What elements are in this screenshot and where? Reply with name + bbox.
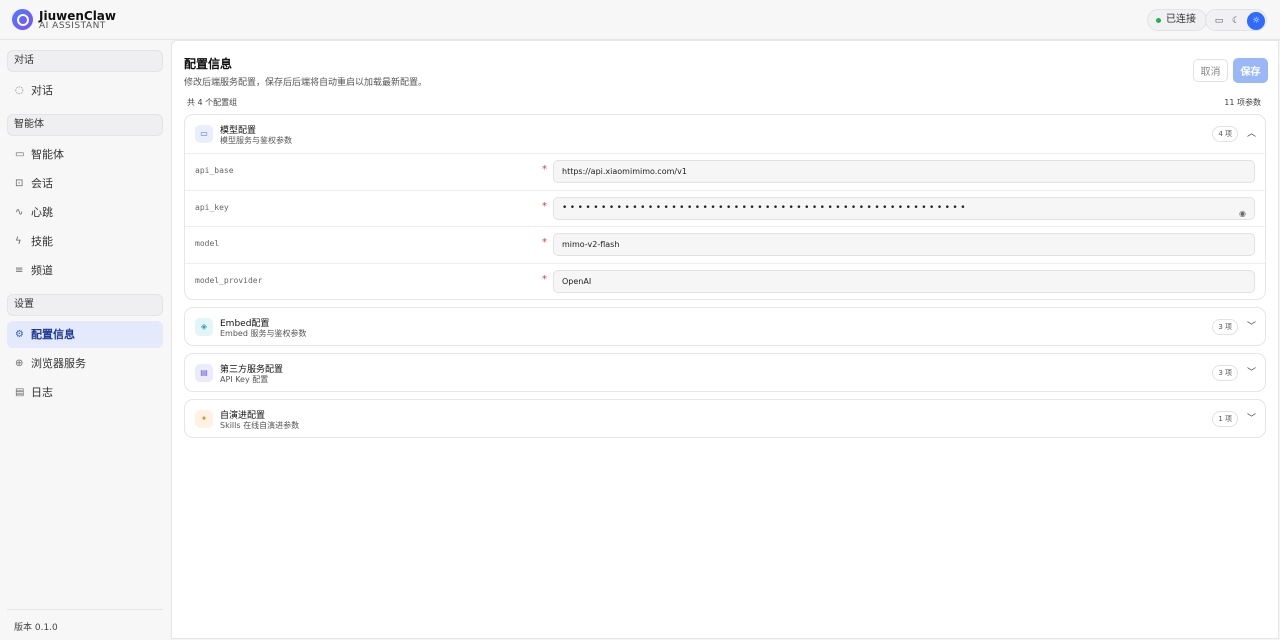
sidebar-item-label: 频道 bbox=[31, 264, 53, 277]
config-group-header[interactable]: ▭ 模型配置 模型服务与鉴权参数 4 项 ︿ bbox=[185, 115, 1265, 153]
sidebar-item-chat[interactable]: ◌ 对话 bbox=[7, 77, 163, 104]
chat-icon: ◌ bbox=[15, 85, 24, 96]
page-description: 修改后端服务配置，保存后后端将自动重启以加载最新配置。 bbox=[184, 78, 428, 88]
cancel-button[interactable]: 取消 bbox=[1193, 59, 1228, 82]
save-button[interactable]: 保存 bbox=[1233, 58, 1268, 83]
chevron-down-icon[interactable]: ﹀ bbox=[1247, 411, 1256, 424]
cube-icon: ◈ bbox=[195, 318, 213, 336]
sidebar-item-label: 对话 bbox=[31, 84, 53, 97]
logo-icon bbox=[12, 9, 33, 30]
sidebar-item-channel[interactable]: ≡ 频道 bbox=[7, 257, 163, 284]
sidebar-divider bbox=[7, 609, 163, 610]
monitor-icon[interactable]: ▭ bbox=[1210, 12, 1228, 30]
chevron-up-icon[interactable]: ︿ bbox=[1247, 126, 1256, 139]
page-title: 配置信息 bbox=[184, 57, 233, 71]
config-group-count-badge: 1 项 bbox=[1212, 411, 1238, 427]
main-panel: 配置信息 修改后端服务配置，保存后后端将自动重启以加载最新配置。 取消 保存 共… bbox=[171, 40, 1279, 639]
sidebar-item-label: 智能体 bbox=[31, 148, 64, 161]
sidebar-item-label: 技能 bbox=[31, 235, 53, 248]
sun-icon[interactable]: ☼ bbox=[1247, 12, 1265, 30]
sidebar: 对话 ◌ 对话 智能体 ▭ 智能体 ⊡ 会话 ∿ 心跳 ϟ 技能 ≡ 频道 设置… bbox=[0, 40, 170, 640]
sidebar-section-settings: 设置 bbox=[7, 294, 163, 316]
sidebar-item-config[interactable]: ⚙ 配置信息 bbox=[7, 321, 163, 348]
required-marker: * bbox=[542, 164, 547, 175]
required-marker: * bbox=[542, 274, 547, 285]
sidebar-item-label: 会话 bbox=[31, 177, 53, 190]
sidebar-item-logs[interactable]: ▤ 日志 bbox=[7, 379, 163, 406]
config-group-count-badge: 3 项 bbox=[1212, 365, 1238, 381]
card-icon: ▤ bbox=[195, 364, 213, 382]
gear-icon: ⚙ bbox=[15, 329, 24, 340]
moon-icon[interactable]: ☾ bbox=[1227, 12, 1245, 30]
model-provider-input[interactable]: OpenAI bbox=[553, 270, 1255, 293]
sidebar-item-heartbeat[interactable]: ∿ 心跳 bbox=[7, 199, 163, 226]
app-subtitle: AI ASSISTANT bbox=[39, 21, 106, 31]
config-field-row: model * mimo-v2-flash bbox=[185, 226, 1265, 263]
api-key-masked-value: ••••••••••••••••••••••••••••••••••••••••… bbox=[562, 203, 969, 213]
config-group-header[interactable]: ✦ 自演进配置 Skills 在线自演进参数 1 项 ﹀ bbox=[185, 400, 1265, 438]
sidebar-section-agent: 智能体 bbox=[7, 114, 163, 136]
connection-status-badge: 已连接 bbox=[1147, 9, 1207, 31]
theme-switcher: ▭ ☾ ☼ bbox=[1205, 9, 1267, 31]
globe-icon: ⊕ bbox=[15, 358, 24, 369]
sidebar-item-label: 心跳 bbox=[31, 206, 53, 219]
field-name: api_key bbox=[195, 203, 229, 212]
sidebar-item-skills[interactable]: ϟ 技能 bbox=[7, 228, 163, 255]
sidebar-section-chat: 对话 bbox=[7, 50, 163, 72]
chevron-down-icon[interactable]: ﹀ bbox=[1247, 365, 1256, 378]
config-group-subtitle: Embed 服务与鉴权参数 bbox=[220, 329, 307, 338]
config-group-subtitle: Skills 在线自演进参数 bbox=[220, 421, 300, 430]
list-icon: ≡ bbox=[15, 265, 24, 276]
version-label: 版本 0.1.0 bbox=[14, 623, 58, 633]
required-marker: * bbox=[542, 201, 547, 212]
sidebar-item-label: 配置信息 bbox=[31, 328, 75, 341]
config-group-model: ▭ 模型配置 模型服务与鉴权参数 4 项 ︿ api_base * https:… bbox=[184, 114, 1266, 300]
config-group-third-party[interactable]: ▤ 第三方服务配置 API Key 配置 3 项 ﹀ bbox=[184, 353, 1266, 392]
document-icon: ▤ bbox=[15, 387, 25, 398]
pulse-icon: ∿ bbox=[15, 207, 24, 218]
required-marker: * bbox=[542, 237, 547, 248]
sidebar-item-agent[interactable]: ▭ 智能体 bbox=[7, 141, 163, 168]
config-field-row: api_base * https://api.xiaomimimo.com/v1 bbox=[185, 153, 1265, 190]
config-group-subtitle: API Key 配置 bbox=[220, 375, 269, 384]
box-icon: ▭ bbox=[195, 125, 213, 143]
eye-icon[interactable]: ◉ bbox=[1239, 203, 1246, 219]
config-group-header[interactable]: ◈ Embed配置 Embed 服务与鉴权参数 3 项 ﹀ bbox=[185, 308, 1265, 346]
chevron-down-icon[interactable]: ﹀ bbox=[1247, 319, 1256, 332]
api-base-input[interactable]: https://api.xiaomimimo.com/v1 bbox=[553, 160, 1255, 183]
top-bar: JiuwenClaw AI ASSISTANT 已连接 ▭ ☾ ☼ bbox=[0, 0, 1280, 40]
config-group-count-badge: 3 项 bbox=[1212, 319, 1238, 335]
param-count: 11 项参数 bbox=[1224, 98, 1261, 107]
sidebar-item-label: 日志 bbox=[31, 386, 53, 399]
config-group-subtitle: 模型服务与鉴权参数 bbox=[220, 136, 292, 145]
bolt-icon: ϟ bbox=[15, 236, 22, 247]
field-name: model bbox=[195, 239, 220, 248]
sidebar-item-browser-service[interactable]: ⊕ 浏览器服务 bbox=[7, 350, 163, 377]
model-input[interactable]: mimo-v2-flash bbox=[553, 233, 1255, 256]
monitor-icon: ▭ bbox=[15, 149, 25, 160]
config-group-count-badge: 4 项 bbox=[1212, 126, 1238, 142]
sidebar-item-label: 浏览器服务 bbox=[31, 357, 86, 370]
config-field-row: model_provider * OpenAI bbox=[185, 263, 1265, 300]
sparkle-icon: ✦ bbox=[195, 410, 213, 428]
config-group-self-evolution[interactable]: ✦ 自演进配置 Skills 在线自演进参数 1 项 ﹀ bbox=[184, 399, 1266, 438]
api-key-input[interactable]: ••••••••••••••••••••••••••••••••••••••••… bbox=[553, 197, 1255, 220]
scan-icon: ⊡ bbox=[15, 178, 24, 189]
field-name: api_base bbox=[195, 166, 234, 175]
field-name: model_provider bbox=[195, 276, 263, 285]
config-group-header[interactable]: ▤ 第三方服务配置 API Key 配置 3 项 ﹀ bbox=[185, 354, 1265, 392]
group-count: 共 4 个配置组 bbox=[187, 98, 238, 107]
config-field-row: api_key * ••••••••••••••••••••••••••••••… bbox=[185, 190, 1265, 227]
config-group-embed[interactable]: ◈ Embed配置 Embed 服务与鉴权参数 3 项 ﹀ bbox=[184, 307, 1266, 346]
sidebar-item-session[interactable]: ⊡ 会话 bbox=[7, 170, 163, 197]
